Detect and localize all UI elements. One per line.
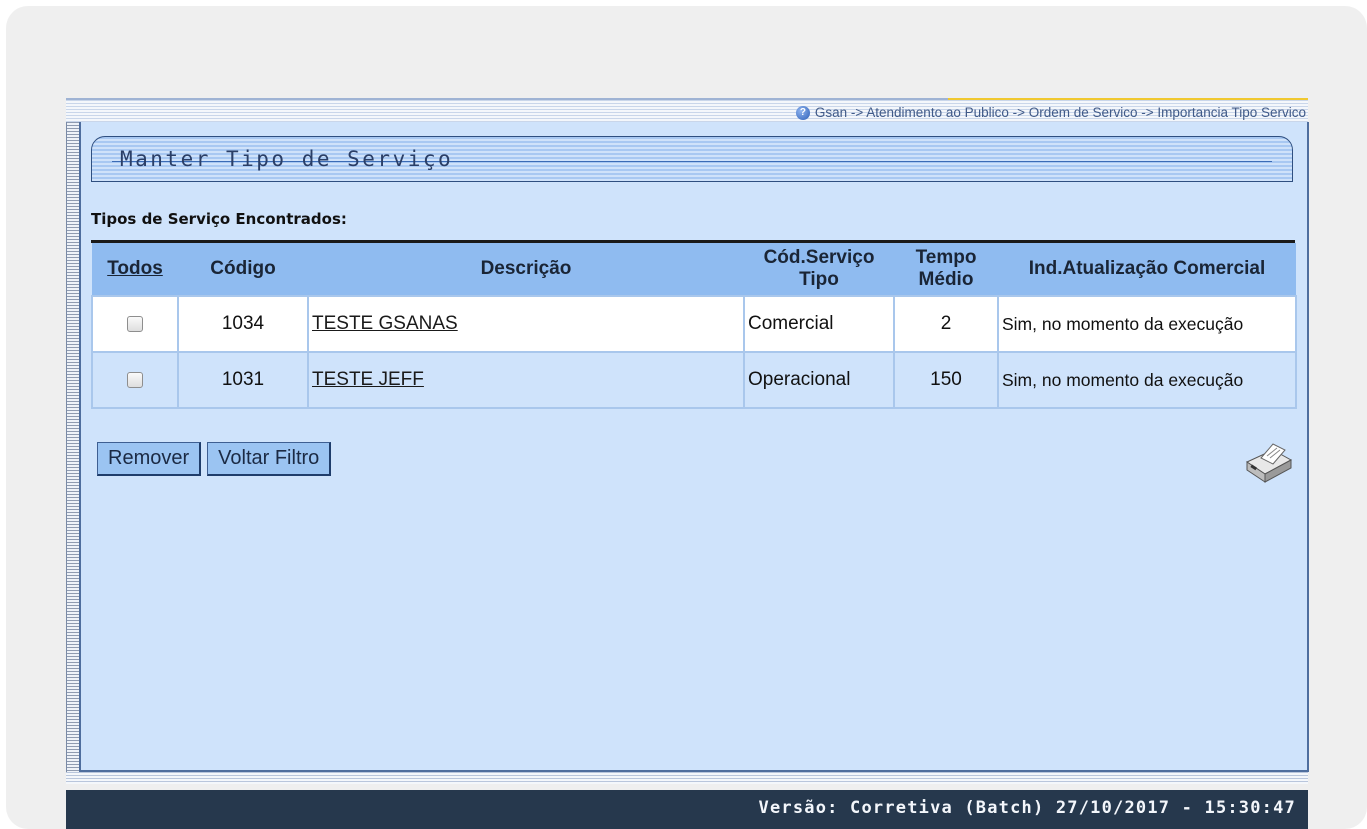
header-descricao: Descrição bbox=[480, 258, 572, 279]
voltar-filtro-button[interactable]: Voltar Filtro bbox=[207, 442, 332, 476]
row-checkbox[interactable] bbox=[127, 371, 143, 388]
breadcrumb: ? Gsan -> Atendimento ao Publico -> Orde… bbox=[795, 105, 1306, 120]
cell-tempo-medio: 150 bbox=[893, 351, 999, 409]
select-all-link[interactable]: Todos bbox=[107, 258, 163, 279]
cell-tempo-medio: 2 bbox=[893, 295, 999, 353]
header-todos[interactable]: Todos bbox=[92, 243, 178, 296]
cell-descricao: TESTE JEFF bbox=[307, 351, 745, 409]
version-text: Versão: Corretiva (Batch) 27/10/2017 - 1… bbox=[758, 798, 1296, 818]
breadcrumb-bar: ? Gsan -> Atendimento ao Publico -> Orde… bbox=[66, 98, 1308, 124]
row-checkbox[interactable] bbox=[127, 315, 143, 332]
table-row: 1031 TESTE JEFF Operacional 150 Sim, no … bbox=[91, 351, 1297, 409]
row-checkbox-cell bbox=[91, 351, 179, 409]
header-codigo: Código bbox=[210, 258, 276, 279]
cell-codigo: 1034 bbox=[177, 295, 309, 353]
table-row: 1034 TESTE GSANAS Comercial 2 Sim, no mo… bbox=[91, 295, 1297, 353]
cell-ind-atualizacao: Sim, no momento da execução bbox=[997, 351, 1297, 409]
printer-icon[interactable] bbox=[1243, 440, 1295, 486]
cell-cod-servico-tipo: Operacional bbox=[743, 351, 895, 409]
header-tempo-medio: Tempo Médio bbox=[915, 247, 977, 290]
help-icon[interactable]: ? bbox=[795, 105, 810, 120]
descricao-link[interactable]: TESTE JEFF bbox=[312, 369, 424, 390]
left-ruler bbox=[66, 122, 79, 772]
descricao-link[interactable]: TESTE GSANAS bbox=[312, 313, 458, 334]
bottom-divider bbox=[66, 772, 1308, 784]
page-title: Manter Tipo de Serviço bbox=[120, 147, 454, 171]
header-cod-servico-tipo: Cód.Serviço Tipo bbox=[763, 247, 875, 290]
cell-codigo: 1031 bbox=[177, 351, 309, 409]
header-ind-atualizacao: Ind.Atualização Comercial bbox=[1028, 258, 1266, 279]
row-checkbox-cell bbox=[91, 295, 179, 353]
main-panel: Manter Tipo de Serviço Tipos de Serviço … bbox=[79, 122, 1309, 772]
title-box: Manter Tipo de Serviço bbox=[91, 136, 1293, 182]
action-buttons: Remover Voltar Filtro bbox=[97, 442, 332, 476]
remover-button[interactable]: Remover bbox=[97, 442, 202, 476]
table-header-row: Todos Código Descrição Cód.Serviço Tipo … bbox=[92, 243, 1296, 296]
footer-bar: Versão: Corretiva (Batch) 27/10/2017 - 1… bbox=[66, 790, 1308, 829]
breadcrumb-text: Gsan -> Atendimento ao Publico -> Ordem … bbox=[814, 105, 1306, 120]
cell-ind-atualizacao: Sim, no momento da execução bbox=[997, 295, 1297, 353]
results-table-wrap: Todos Código Descrição Cód.Serviço Tipo … bbox=[91, 240, 1297, 409]
cell-cod-servico-tipo: Comercial bbox=[743, 295, 895, 353]
section-label: Tipos de Serviço Encontrados: bbox=[91, 210, 347, 228]
cell-descricao: TESTE GSANAS bbox=[307, 295, 745, 353]
results-table: Todos Código Descrição Cód.Serviço Tipo … bbox=[91, 243, 1297, 409]
